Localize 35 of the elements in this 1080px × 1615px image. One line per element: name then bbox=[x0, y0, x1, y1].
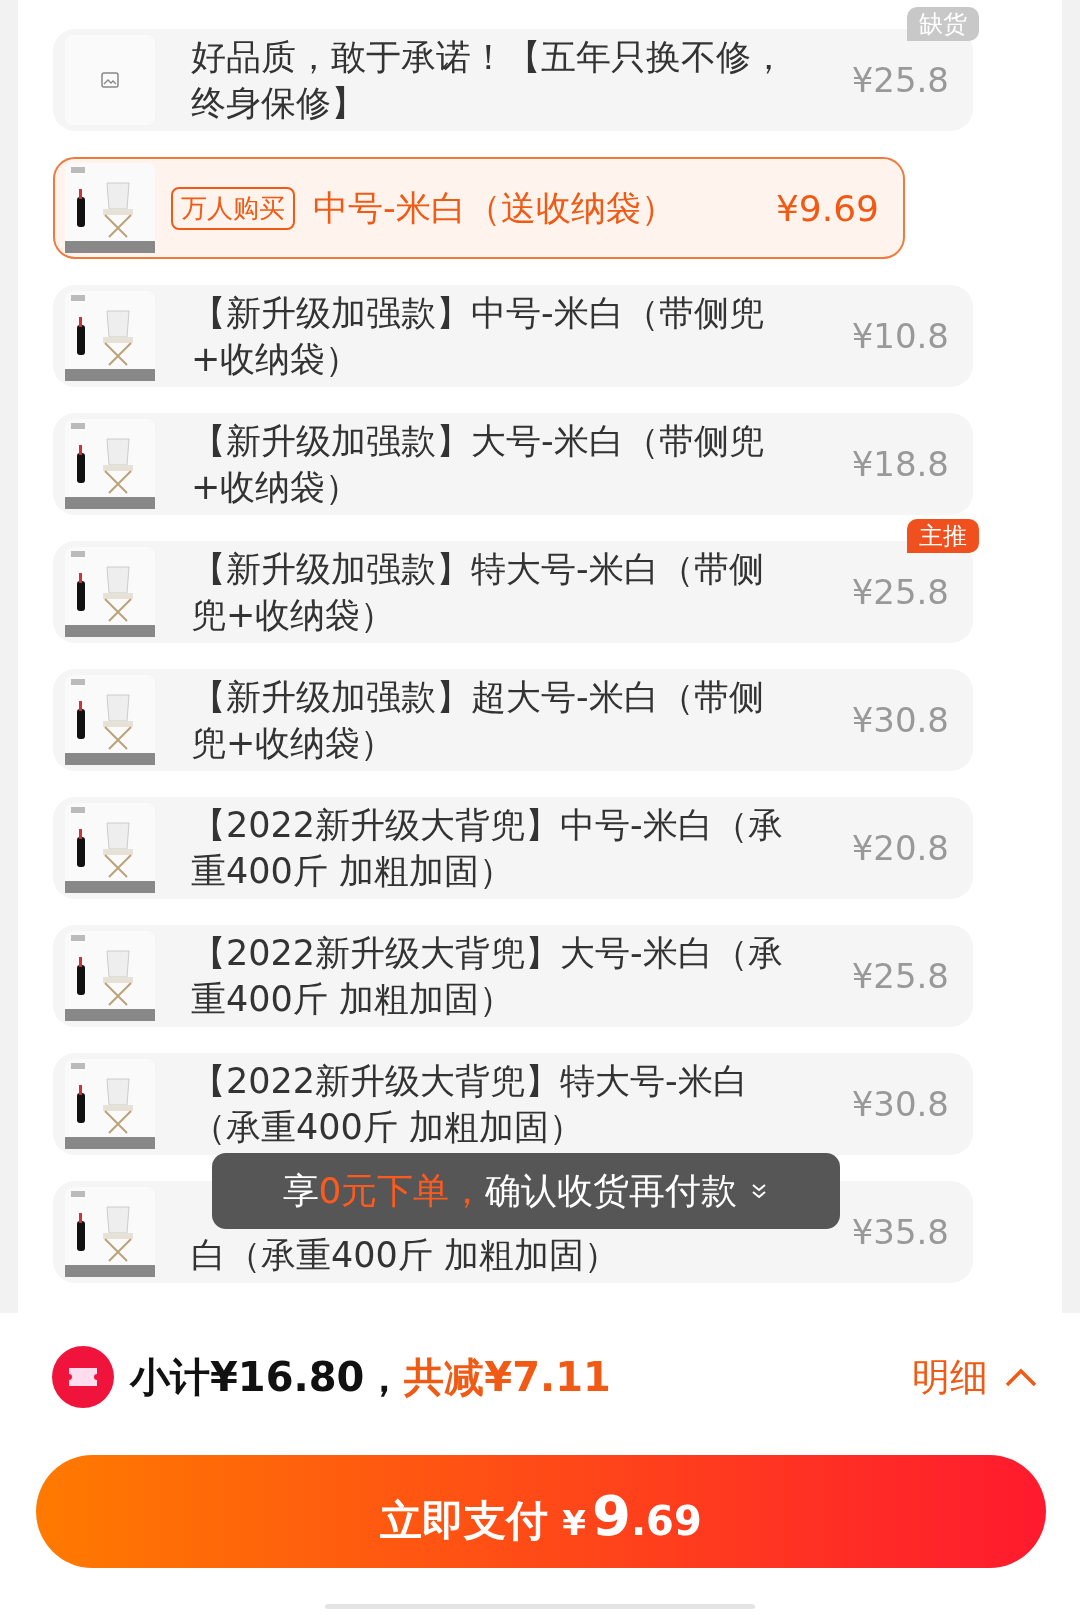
option-row[interactable]: 【2022新升级大背兜】特大号-米白（承重400斤 加粗加固） ¥30.8 bbox=[53, 1053, 973, 1155]
option-label: 【2022新升级大背兜】大号-米白（承重400斤 加粗加固） bbox=[191, 932, 784, 1021]
toast[interactable]: 享0元下单，确认收货再付款 bbox=[212, 1153, 840, 1229]
option-row[interactable]: 【2022新升级大背兜】大号-米白（承重400斤 加粗加固） ¥25.8 bbox=[53, 925, 973, 1027]
pay-button[interactable]: 立即支付 ¥9.69 bbox=[36, 1455, 1046, 1568]
option-row[interactable]: 【2022新升级大背兜】中号-米白（承重400斤 加粗加固） ¥20.8 bbox=[53, 797, 973, 899]
option-price: ¥25.8 bbox=[851, 572, 949, 612]
option-price: ¥30.8 bbox=[851, 1084, 949, 1124]
option-row[interactable]: 【新升级加强款】大号-米白（带侧兜+收纳袋） ¥18.8 bbox=[53, 413, 973, 515]
option-price: ¥9.69 bbox=[775, 187, 879, 229]
subtotal-text: 小计¥16.80， bbox=[130, 1352, 405, 1402]
status-badge: 主推 bbox=[907, 519, 979, 553]
option-row[interactable]: 【新升级加强款】中号-米白（带侧兜+收纳袋） ¥10.8 bbox=[53, 285, 973, 387]
discount-text: 共减¥7.11 bbox=[404, 1352, 611, 1402]
option-label: 【新升级加强款】中号-米白（带侧兜+收纳袋） bbox=[191, 292, 765, 381]
tag-label: 万人购买 bbox=[171, 186, 295, 230]
image-icon bbox=[101, 72, 119, 88]
option-label: 【新升级加强款】特大号-米白（带侧兜+收纳袋） bbox=[191, 548, 765, 637]
option-label: 【新升级加强款】大号-米白（带侧兜+收纳袋） bbox=[191, 420, 765, 509]
option-label: 中号-米白（送收纳袋） bbox=[313, 187, 676, 230]
option-price: ¥25.8 bbox=[851, 956, 949, 996]
ticket-icon bbox=[52, 1346, 114, 1408]
option-label: 【2022新升级大背兜】特大号-米白（承重400斤 加粗加固） bbox=[191, 1060, 749, 1149]
option-label: 好品质，敢于承诺！【五年只换不修，终身保修】 bbox=[191, 36, 787, 125]
option-price: ¥20.8 bbox=[851, 828, 949, 868]
option-label: 【2022新升级大背兜】中号-米白（承重400斤 加粗加固） bbox=[191, 804, 784, 893]
option-price: ¥18.8 bbox=[851, 444, 949, 484]
option-label: 【新升级加强款】超大号-米白（带侧兜+收纳袋） bbox=[191, 676, 765, 765]
chevron-up-icon bbox=[1004, 1366, 1038, 1388]
option-label: 白（承重400斤 加粗加固） bbox=[191, 1234, 619, 1277]
option-row[interactable]: 【新升级加强款】超大号-米白（带侧兜+收纳袋） ¥30.8 bbox=[53, 669, 973, 771]
option-price: ¥35.8 bbox=[851, 1212, 949, 1252]
option-price: ¥25.8 bbox=[851, 60, 949, 100]
option-price: ¥10.8 bbox=[851, 316, 949, 356]
option-price: ¥30.8 bbox=[851, 700, 949, 740]
